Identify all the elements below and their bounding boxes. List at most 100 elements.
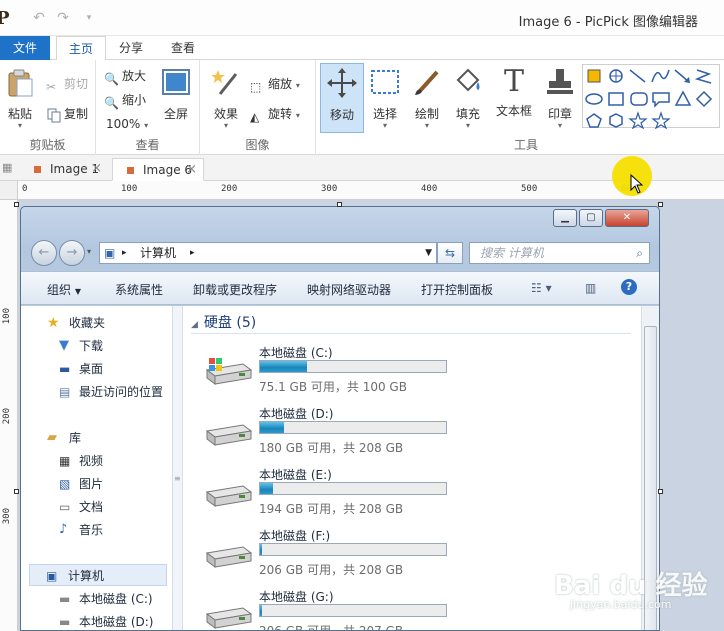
resize-handle[interactable] [658, 202, 663, 207]
resize-handle[interactable] [14, 202, 19, 207]
copy-button[interactable]: 复制 [46, 104, 88, 124]
zoom-in-button[interactable]: 🔍 放大 [104, 66, 146, 86]
arrow-shape-icon[interactable] [674, 69, 690, 83]
maximize-icon: ▢ [579, 209, 603, 227]
chevron-down-icon: ▾ [424, 121, 429, 130]
help-icon: ? [621, 279, 637, 295]
chevron-down-icon: ▾ [295, 81, 300, 90]
star-shape-icon[interactable] [628, 111, 648, 130]
chevron-down-icon: ▾ [382, 121, 387, 130]
vertical-ruler: 100 200 300 [0, 200, 18, 631]
close-icon[interactable]: × [186, 159, 197, 181]
square-point-shape-icon[interactable] [587, 69, 601, 83]
fill-tool-button[interactable]: 填充 ▾ [450, 66, 486, 130]
curved-arrow-shape-icon[interactable] [694, 69, 712, 84]
disk-name: 本地磁盘 (F:) [259, 529, 331, 543]
pentagon-shape-icon[interactable] [586, 113, 602, 128]
clipboard-group: 粘贴 ▾ ✂ 剪切 复制 剪贴板 [0, 60, 96, 155]
tab-view[interactable]: 查看 [160, 36, 206, 60]
disk-name: 本地磁盘 (E:) [259, 468, 332, 482]
ruler-label: 500 [521, 184, 538, 194]
doc-tab-image-1[interactable]: Image 1 × [20, 158, 108, 181]
cut-button[interactable]: ✂ 剪切 [46, 74, 88, 94]
doc-tab-image-6[interactable]: Image 6 × [112, 158, 204, 181]
rounded-rectangle-shape-icon[interactable] [630, 92, 648, 106]
star-icon: ★ [47, 315, 60, 331]
hard-drive-icon [205, 424, 253, 446]
disk-size: 180 GB 可用，共 208 GB [259, 441, 404, 455]
rectangle-shape-icon[interactable] [608, 92, 624, 106]
nav-item-videos: ▦ 视频 [59, 454, 104, 468]
computer-icon: ▣ [46, 569, 58, 583]
tab-list-icon[interactable]: ▦ [2, 161, 12, 174]
customize-icon[interactable]: ▾ [80, 10, 98, 26]
disk-size: 206 GB 可用，共 208 GB [259, 563, 404, 577]
fullscreen-button[interactable]: 全屏 [158, 66, 194, 122]
callout-shape-icon[interactable] [652, 92, 670, 108]
resize-handle[interactable] [337, 202, 342, 207]
resize-button[interactable]: ⬚ 缩放 ▾ [250, 74, 300, 94]
tab-file[interactable]: 文件 [0, 36, 50, 60]
tab-share[interactable]: 分享 [108, 36, 154, 60]
music-note-icon: ♪ [59, 522, 68, 537]
zoom-out-button[interactable]: 🔍 缩小 [104, 90, 146, 110]
resize-handle[interactable] [658, 489, 663, 494]
select-tool-button[interactable]: 选择 ▾ [366, 66, 404, 130]
title-bar: P ↶ ↷ ▾ Image 6 - PicPick 图像编辑器 [0, 0, 724, 36]
redo-icon[interactable]: ↷ [54, 10, 72, 26]
ellipse-shape-icon[interactable] [585, 93, 603, 105]
curve-shape-icon[interactable] [651, 69, 670, 83]
stamp-tool-button[interactable]: 印章 ▾ [542, 66, 578, 130]
triangle-shape-icon[interactable] [674, 90, 692, 106]
desktop-icon: ▬ [59, 362, 71, 376]
disk-usage-fill [260, 361, 307, 372]
image-icon [34, 166, 41, 173]
disk-usage-fill [260, 605, 262, 616]
nav-item-desktop: ▬ 桌面 [59, 362, 104, 376]
zoom-in-icon: 🔍 [104, 71, 119, 86]
nav-item-documents: ▭ 文档 [59, 500, 104, 514]
disk-usage-fill [260, 544, 262, 555]
close-icon[interactable]: × [91, 158, 102, 180]
search-icon: ⌕ [636, 246, 643, 260]
diamond-shape-icon[interactable] [695, 90, 713, 108]
shapes-gallery [582, 64, 720, 130]
stamp-icon [547, 69, 573, 94]
rotate-button[interactable]: ◭ 旋转 ▾ [250, 104, 300, 124]
ruler-label: 400 [421, 184, 438, 194]
tab-home[interactable]: 主页 [56, 36, 106, 61]
picpick-app: P ↶ ↷ ▾ Image 6 - PicPick 图像编辑器 文件 主页 分享… [0, 0, 724, 631]
textbox-tool-button[interactable]: T 文本框 [492, 66, 536, 119]
paste-button[interactable]: 粘贴 ▾ [2, 66, 38, 130]
disk-usage-fill [260, 422, 284, 433]
nav-item-drive-c: ▬ 本地磁盘 (C:) [59, 592, 153, 606]
resize-handle[interactable] [14, 489, 19, 494]
pictures-icon: ▧ [59, 477, 71, 491]
fullscreen-icon [162, 69, 190, 95]
image-group-label: 图像 [245, 138, 270, 152]
line-shape-icon[interactable] [629, 69, 646, 83]
disk-usage-bar [259, 543, 447, 556]
ruler-corner [0, 181, 18, 200]
move-icon [327, 68, 357, 98]
ruler-label: 300 [2, 508, 12, 525]
brush-icon [415, 70, 439, 95]
close-icon: ✕ [605, 209, 649, 227]
zoom-level-dropdown[interactable]: 100% ▾ [106, 114, 148, 134]
move-tool-button[interactable]: 移动 [320, 63, 364, 133]
ruler-label: 200 [2, 408, 12, 425]
mouse-pointer-icon [630, 174, 644, 194]
collapse-triangle-icon: ◢ [191, 320, 198, 330]
tools-group: 移动 选择 ▾ 绘制 ▾ 填充 ▾ T 文本框 印章 ▾ 工具 [316, 60, 580, 155]
chevron-down-icon: ▾ [144, 121, 149, 130]
ruler-label: 0 [22, 184, 28, 194]
star-outline-shape-icon[interactable] [651, 111, 671, 130]
draw-tool-button[interactable]: 绘制 ▾ [408, 66, 446, 130]
view-group: 🔍 放大 🔍 缩小 100% ▾ 全屏 查看 [96, 60, 200, 155]
zoom-out-icon: 🔍 [104, 95, 119, 110]
hexagon-shape-icon[interactable] [609, 113, 623, 128]
crosshair-shape-icon[interactable] [609, 69, 623, 83]
effects-button[interactable]: 效果 ▾ [208, 66, 244, 130]
undo-icon[interactable]: ↶ [30, 10, 48, 26]
image-group: 效果 ▾ ⬚ 缩放 ▾ ◭ 旋转 ▾ 图像 [200, 60, 316, 155]
